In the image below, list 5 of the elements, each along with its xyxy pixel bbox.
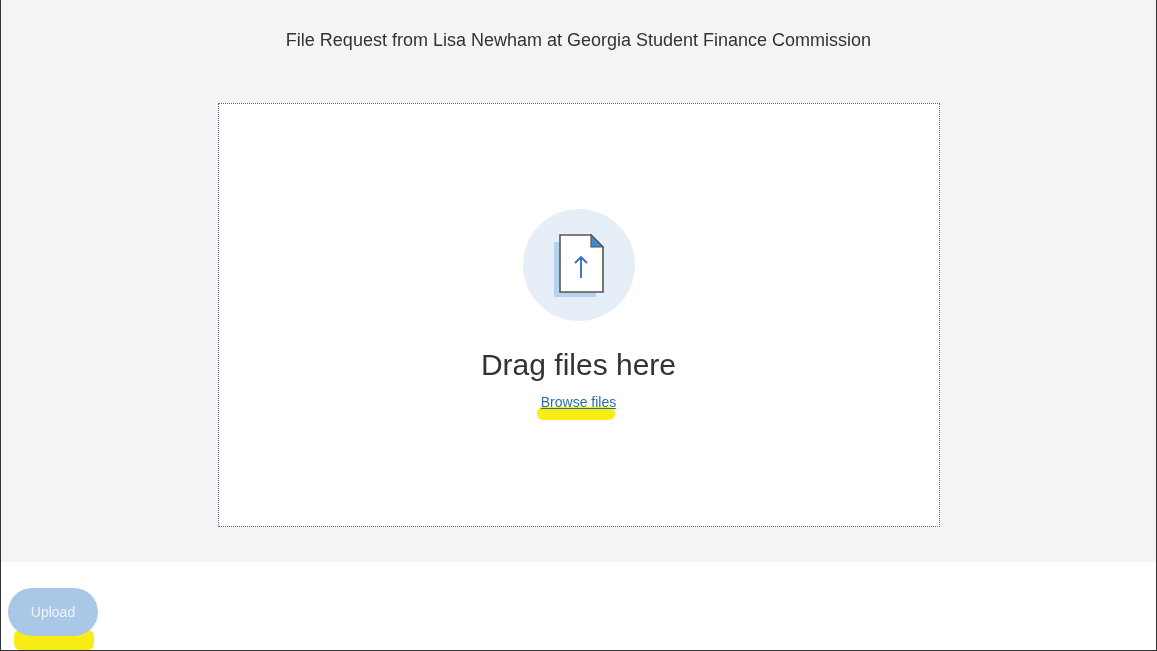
- drop-zone[interactable]: Drag files here Browse files: [217, 103, 940, 527]
- drop-heading: Drag files here: [480, 348, 677, 382]
- file-upload-icon: [522, 209, 635, 321]
- request-title: File Request from Lisa Newham at Georgia Student Finance Commission: [285, 30, 872, 51]
- browse-files-link[interactable]: Browse files: [540, 394, 617, 410]
